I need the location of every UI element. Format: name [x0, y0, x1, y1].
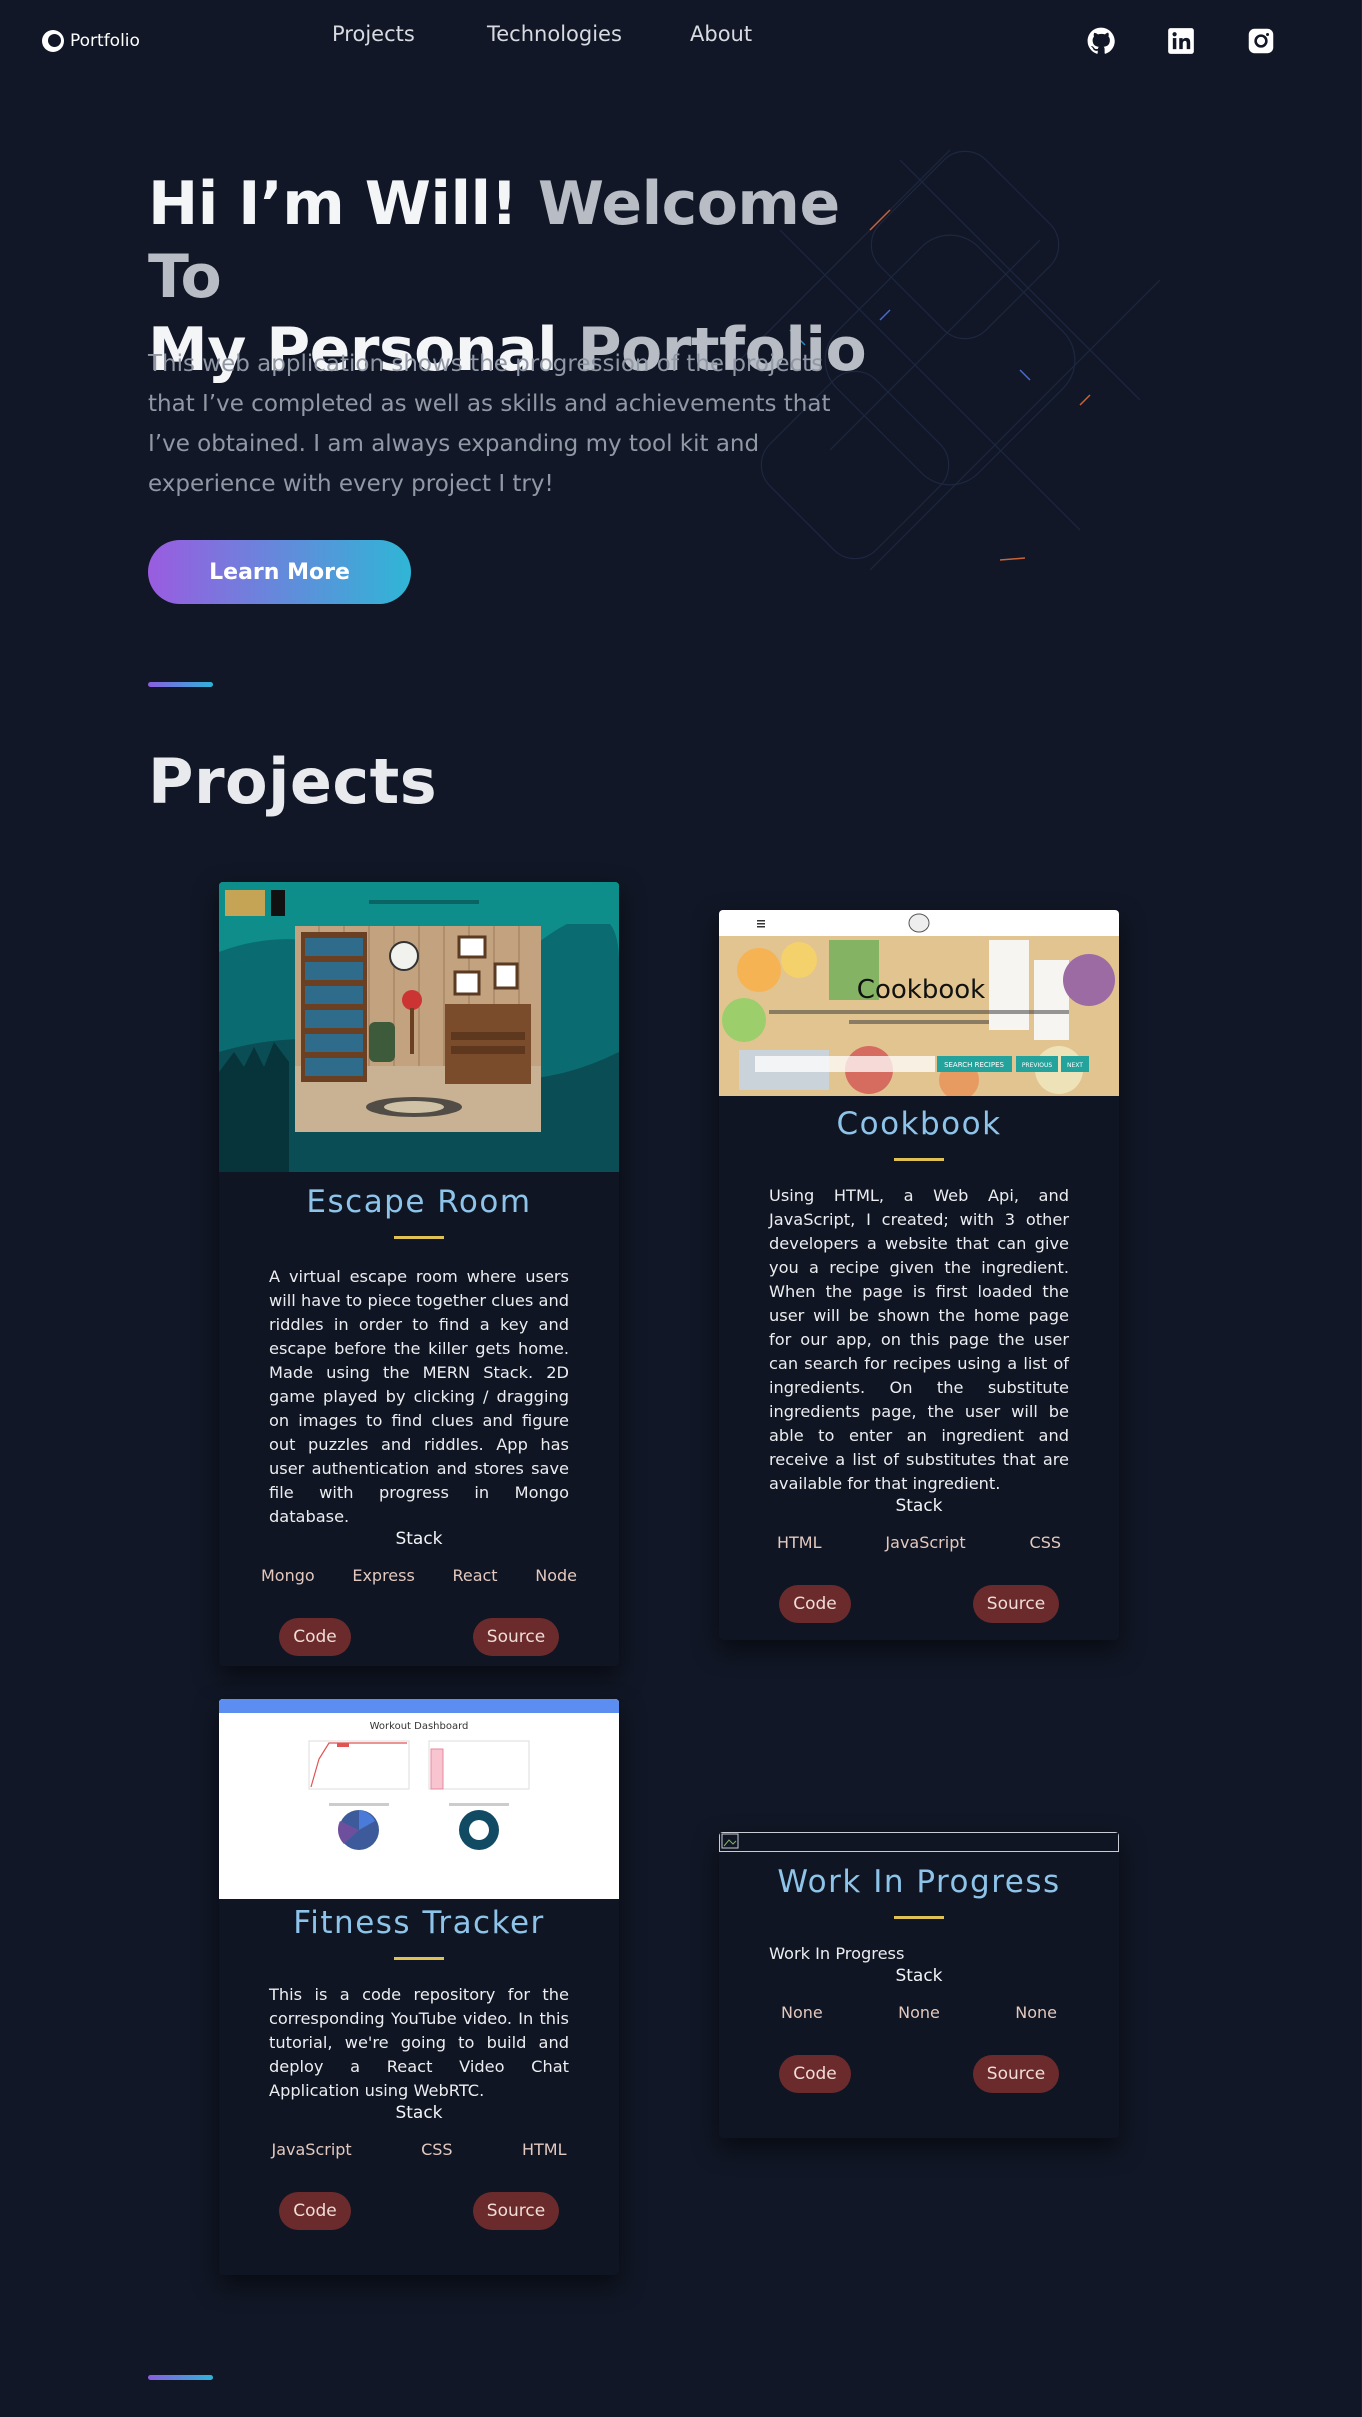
- learn-more-button[interactable]: Learn More: [148, 540, 411, 604]
- project-thumbnail[interactable]: Workout Dashboard: [219, 1699, 619, 1899]
- project-card-fitness-tracker: Workout Dashboard Fitness Tracker This i…: [219, 1699, 619, 2275]
- stack-label: Stack: [895, 1966, 943, 1986]
- nav-link-technologies[interactable]: Technologies: [487, 22, 622, 46]
- stack-item: JavaScript: [271, 2140, 352, 2159]
- page: Portfolio Projects Technologies About Hi…: [0, 0, 1362, 2417]
- linkedin-icon[interactable]: [1166, 26, 1196, 56]
- section-divider: [148, 682, 213, 687]
- cookbook-thumb-title: Cookbook: [857, 975, 985, 1005]
- code-button[interactable]: Code: [779, 1585, 851, 1623]
- stack-item: React: [452, 1566, 498, 1585]
- stack-label: Stack: [895, 1496, 943, 1516]
- stack-item: Mongo: [261, 1566, 315, 1585]
- nav-link-about[interactable]: About: [690, 22, 752, 46]
- thumb-previous-button: PREVIOUS: [1022, 1062, 1053, 1069]
- stack-item: CSS: [1029, 1533, 1061, 1552]
- section-divider: [148, 2375, 213, 2380]
- project-thumbnail[interactable]: Cookbook SEARCH RECIPES PREVIOUS NEXT: [719, 910, 1119, 1096]
- project-description: A virtual escape room where users will h…: [269, 1267, 569, 1526]
- projects-title: Projects: [148, 745, 438, 818]
- code-button[interactable]: Code: [279, 1618, 351, 1656]
- project-description: This is a code repository for the corres…: [269, 1985, 569, 2100]
- logo-text: Portfolio: [70, 31, 140, 51]
- stack-item: JavaScript: [885, 1533, 966, 1552]
- instagram-icon[interactable]: [1246, 26, 1276, 56]
- cookbook-screenshot: Cookbook SEARCH RECIPES PREVIOUS NEXT: [719, 910, 1119, 1096]
- stack-item: Express: [352, 1566, 415, 1585]
- stack-list: Mongo Express React Node: [261, 1566, 577, 1585]
- stack-label: Stack: [395, 1529, 443, 1549]
- broken-image-icon[interactable]: [719, 1832, 1119, 1852]
- project-actions: Code Source: [279, 1618, 559, 1656]
- source-button[interactable]: Source: [973, 2055, 1059, 2093]
- stack-item: HTML: [777, 1533, 822, 1552]
- project-thumbnail[interactable]: [219, 882, 619, 1172]
- title-underline: [394, 1236, 444, 1239]
- stack-list: JavaScript CSS HTML: [272, 2140, 567, 2159]
- thumb-next-button: NEXT: [1067, 1062, 1083, 1069]
- nav-link-projects[interactable]: Projects: [332, 22, 415, 46]
- stack-item: CSS: [421, 2140, 453, 2159]
- title-underline: [894, 1158, 944, 1161]
- project-title: Escape Room: [306, 1184, 532, 1220]
- stack-item: None: [898, 2003, 940, 2022]
- source-button[interactable]: Source: [473, 1618, 559, 1656]
- project-actions: Code Source: [279, 2192, 559, 2230]
- stack-item: None: [781, 2003, 823, 2022]
- project-actions: Code Source: [779, 1585, 1059, 1623]
- source-button[interactable]: Source: [473, 2192, 559, 2230]
- hero-description: This web application shows the progressi…: [148, 351, 831, 497]
- project-card-work-in-progress: Work In Progress Work In Progress Stack …: [719, 1832, 1119, 2138]
- top-nav: Portfolio Projects Technologies About: [0, 0, 1362, 70]
- stack-item: HTML: [521, 2140, 567, 2159]
- thumb-search-button: SEARCH RECIPES: [944, 1061, 1004, 1069]
- project-card-escape-room: Escape Room A virtual escape room where …: [219, 882, 619, 1666]
- code-button[interactable]: Code: [779, 2055, 851, 2093]
- project-description: Work In Progress: [769, 1944, 905, 1963]
- stack-item: Node: [535, 1566, 577, 1585]
- github-icon[interactable]: [1086, 26, 1116, 56]
- source-button[interactable]: Source: [973, 1585, 1059, 1623]
- project-actions: Code Source: [779, 2055, 1059, 2093]
- escape-room-screenshot: [219, 882, 619, 1172]
- fitness-screenshot: Workout Dashboard: [219, 1699, 619, 1899]
- project-title: Cookbook: [836, 1106, 1002, 1142]
- hero-title-greeting: Hi I’m Will!: [148, 169, 518, 239]
- stack-list: None None None: [781, 2003, 1057, 2022]
- logo[interactable]: Portfolio: [42, 30, 140, 52]
- project-title: Fitness Tracker: [293, 1905, 545, 1941]
- title-underline: [894, 1916, 944, 1919]
- project-card-cookbook: Cookbook SEARCH RECIPES PREVIOUS NEXT Co…: [719, 910, 1119, 1640]
- project-description: Using HTML, a Web Api, and JavaScript, I…: [769, 1186, 1069, 1493]
- project-title: Work In Progress: [777, 1864, 1061, 1900]
- stack-list: HTML JavaScript CSS: [777, 1533, 1061, 1552]
- stack-item: None: [1015, 2003, 1057, 2022]
- logo-icon: [42, 30, 64, 52]
- fitness-thumb-title: Workout Dashboard: [370, 1721, 469, 1732]
- title-underline: [394, 1957, 444, 1960]
- stack-label: Stack: [395, 2103, 443, 2123]
- code-button[interactable]: Code: [279, 2192, 351, 2230]
